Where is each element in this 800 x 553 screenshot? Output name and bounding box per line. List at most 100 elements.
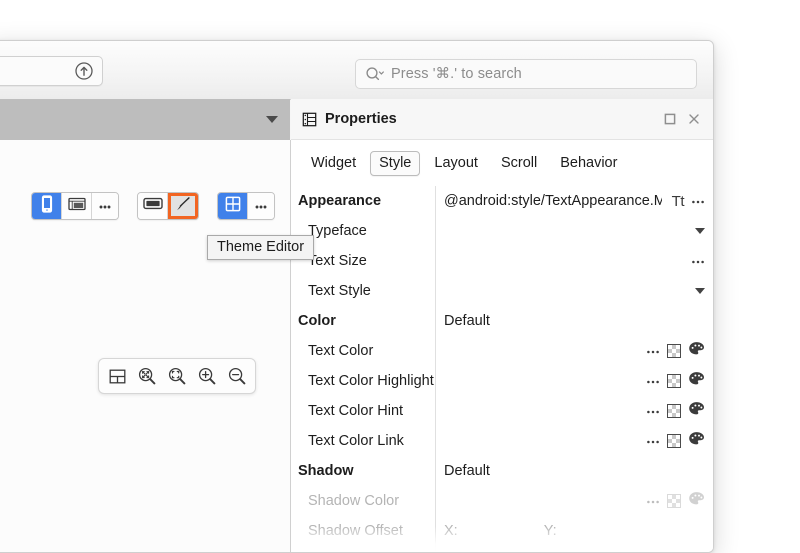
row-controls bbox=[646, 486, 705, 516]
zoom-to-fit-icon[interactable] bbox=[135, 364, 159, 388]
chevron-down-icon[interactable] bbox=[695, 228, 705, 234]
property-label: Shadow bbox=[291, 463, 435, 479]
palette-overflow-button[interactable] bbox=[248, 193, 274, 219]
device-screen-icon bbox=[143, 197, 163, 215]
shadow-offset-fields: X: Y: bbox=[444, 523, 713, 539]
color-swatch[interactable] bbox=[667, 344, 681, 358]
overflow-dots-icon[interactable] bbox=[691, 192, 705, 210]
overflow-dots-icon[interactable] bbox=[646, 372, 660, 390]
theme-editor-tooltip: Theme Editor bbox=[207, 235, 314, 260]
properties-header: Properties bbox=[291, 99, 713, 140]
page-title: Properties bbox=[325, 111, 397, 127]
overflow-dots-icon bbox=[98, 197, 112, 215]
overflow-dots-icon bbox=[254, 197, 268, 215]
blueprint-icon-button[interactable] bbox=[62, 193, 92, 219]
tab-scroll[interactable]: Scroll bbox=[492, 151, 546, 176]
properties-panel: Properties Widget Style Layout bbox=[291, 99, 713, 552]
color-swatch bbox=[667, 494, 681, 508]
table-row: Shadow Color bbox=[291, 486, 713, 516]
table-row[interactable]: Shadow Default bbox=[291, 456, 713, 486]
properties-list-icon bbox=[301, 111, 318, 128]
tab-layout[interactable]: Layout bbox=[425, 151, 487, 176]
row-controls: Tt bbox=[672, 186, 705, 216]
chevron-down-icon[interactable] bbox=[266, 116, 278, 123]
overflow-dots-icon[interactable] bbox=[646, 402, 660, 420]
properties-tabs: Widget Style Layout Scroll Behavior bbox=[291, 140, 713, 186]
overflow-dots-icon[interactable] bbox=[646, 342, 660, 360]
property-label: Text Color Link bbox=[291, 433, 435, 449]
blueprint-icon bbox=[68, 197, 86, 216]
shadow-offset-x-label: X: bbox=[444, 523, 458, 539]
color-palette-icon bbox=[688, 491, 705, 511]
panel-layout-icon[interactable] bbox=[105, 364, 129, 388]
phone-design-icon bbox=[40, 195, 54, 218]
editor-tab-band bbox=[0, 99, 290, 141]
table-row[interactable]: Text Color Highlight bbox=[291, 366, 713, 396]
table-row[interactable]: Text Color bbox=[291, 336, 713, 366]
property-label: Text Color Hint bbox=[291, 403, 435, 419]
overflow-dots-icon[interactable] bbox=[691, 252, 705, 270]
property-label: Shadow Offset bbox=[291, 523, 435, 539]
color-swatch[interactable] bbox=[667, 434, 681, 448]
device-screen-icon-button[interactable] bbox=[138, 193, 168, 219]
table-row[interactable]: Text Size bbox=[291, 246, 713, 276]
row-controls bbox=[646, 366, 705, 396]
color-palette-icon[interactable] bbox=[688, 401, 705, 421]
minimize-square-icon[interactable] bbox=[661, 110, 679, 128]
property-value[interactable]: Default bbox=[435, 313, 713, 329]
color-palette-icon[interactable] bbox=[688, 341, 705, 361]
ide-window: Press '⌘.' to search bbox=[0, 40, 714, 553]
row-controls bbox=[695, 276, 705, 306]
theme-editor-button[interactable] bbox=[168, 193, 198, 219]
property-label: Appearance bbox=[291, 193, 435, 209]
color-swatch[interactable] bbox=[667, 374, 681, 388]
property-value[interactable]: Default bbox=[435, 463, 713, 479]
row-controls bbox=[695, 216, 705, 246]
search-input[interactable]: Press '⌘.' to search bbox=[355, 59, 697, 89]
table-row: Shadow Offset X: Y: bbox=[291, 516, 713, 546]
tab-style[interactable]: Style bbox=[370, 151, 420, 176]
grid-palette-icon-button[interactable] bbox=[218, 193, 248, 219]
chevron-down-icon[interactable] bbox=[695, 288, 705, 294]
color-palette-icon[interactable] bbox=[688, 371, 705, 391]
phone-design-icon-button[interactable] bbox=[32, 193, 62, 219]
overflow-dots-icon[interactable] bbox=[646, 432, 660, 450]
text-style-tt-icon[interactable]: Tt bbox=[672, 193, 684, 210]
tab-behavior[interactable]: Behavior bbox=[551, 151, 626, 176]
surface-overflow-button[interactable] bbox=[92, 193, 118, 219]
paintbrush-icon bbox=[174, 195, 192, 218]
row-controls bbox=[646, 426, 705, 456]
property-value-text: Default bbox=[444, 463, 490, 479]
toolbar-left-pill[interactable] bbox=[0, 56, 103, 86]
design-surface[interactable] bbox=[0, 140, 291, 552]
property-label: Text Style bbox=[291, 283, 435, 299]
table-row[interactable]: Text Style bbox=[291, 276, 713, 306]
property-label: Text Color bbox=[291, 343, 435, 359]
zoom-out-icon[interactable] bbox=[225, 364, 249, 388]
table-row[interactable]: Typeface bbox=[291, 216, 713, 246]
table-row[interactable]: Color Default bbox=[291, 306, 713, 336]
row-controls bbox=[646, 336, 705, 366]
close-x-icon[interactable] bbox=[685, 110, 703, 128]
property-value-text: @android:style/TextAppearance.Material.W… bbox=[444, 193, 662, 209]
property-value[interactable] bbox=[435, 253, 713, 269]
table-row[interactable]: Appearance @android:style/TextAppearance… bbox=[291, 186, 713, 216]
property-value[interactable] bbox=[435, 223, 713, 239]
zoom-to-selection-icon[interactable] bbox=[165, 364, 189, 388]
property-value-text: Default bbox=[444, 313, 490, 329]
color-swatch[interactable] bbox=[667, 404, 681, 418]
table-row[interactable]: Text Color Link bbox=[291, 426, 713, 456]
overflow-dots-icon bbox=[646, 492, 660, 510]
property-value[interactable] bbox=[435, 283, 713, 299]
table-row[interactable]: Text Color Hint bbox=[291, 396, 713, 426]
screen-root: Press '⌘.' to search bbox=[0, 0, 800, 551]
tab-widget[interactable]: Widget bbox=[302, 151, 365, 176]
window-toolbar: Press '⌘.' to search bbox=[0, 41, 713, 100]
property-label: Shadow Color bbox=[291, 493, 435, 509]
upload-circle-icon[interactable] bbox=[74, 61, 94, 81]
color-palette-icon[interactable] bbox=[688, 431, 705, 451]
property-label: Color bbox=[291, 313, 435, 329]
property-label: Text Color Highlight bbox=[291, 373, 435, 389]
row-controls bbox=[691, 246, 705, 276]
zoom-in-icon[interactable] bbox=[195, 364, 219, 388]
